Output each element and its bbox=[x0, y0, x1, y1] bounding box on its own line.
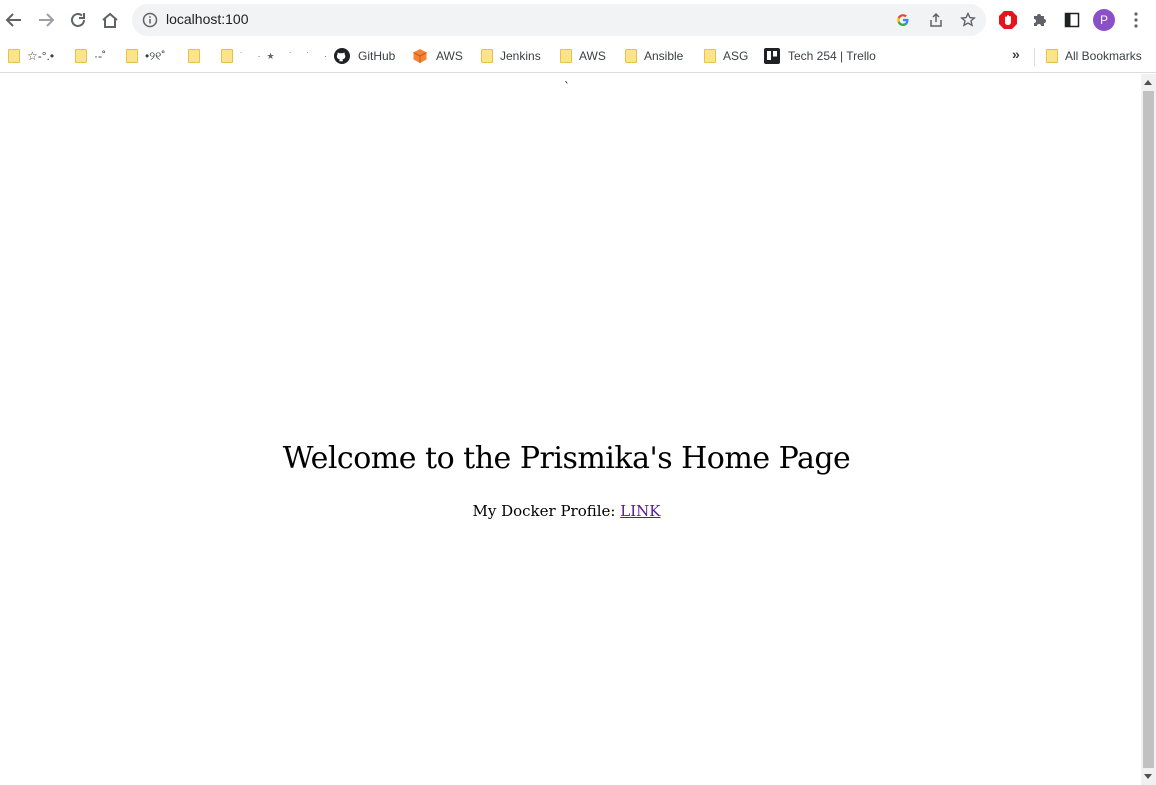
bookmark-label: AWS bbox=[436, 49, 463, 63]
bookmark-folder-ansible[interactable]: Ansible bbox=[625, 47, 683, 65]
star-icon bbox=[960, 12, 976, 27]
aws-cube-icon bbox=[412, 48, 428, 64]
google-g-icon bbox=[897, 14, 909, 26]
trello-icon bbox=[764, 48, 780, 64]
github-icon bbox=[334, 48, 350, 64]
side-panel-icon bbox=[1064, 12, 1080, 28]
home-icon bbox=[102, 12, 118, 28]
share-button[interactable] bbox=[926, 10, 946, 30]
bookmark-label: •୨୧˚ bbox=[145, 48, 166, 63]
bookmark-folder-1[interactable]: ☆-°.• bbox=[8, 47, 54, 65]
bookmark-folder-2[interactable]: ·-˚ bbox=[75, 47, 106, 65]
scroll-up-arrow-icon[interactable] bbox=[1144, 80, 1152, 85]
folder-icon bbox=[126, 49, 138, 63]
bookmarks-separator bbox=[1034, 48, 1035, 66]
adblock-extension-button[interactable] bbox=[996, 8, 1020, 32]
docker-profile-link[interactable]: LINK bbox=[620, 502, 660, 520]
folder-icon bbox=[188, 49, 200, 63]
bookmark-label: Ansible bbox=[644, 49, 684, 63]
bookmark-label: ˙ ·★ ˙ ˙ · bbox=[240, 50, 334, 61]
bookmark-folder-4[interactable] bbox=[188, 47, 207, 65]
folder-icon bbox=[221, 49, 233, 63]
bookmark-github[interactable]: GitHub bbox=[334, 47, 395, 65]
bookmark-folder-5[interactable]: ˙ ·★ ˙ ˙ · bbox=[221, 47, 333, 65]
folder-icon bbox=[560, 49, 572, 63]
home-button[interactable] bbox=[98, 8, 122, 32]
forward-button[interactable] bbox=[34, 8, 58, 32]
bookmark-label: Jenkins bbox=[500, 49, 541, 63]
stray-backtick-text: ` bbox=[564, 80, 570, 94]
address-bar[interactable]: localhost:100 bbox=[132, 4, 986, 36]
side-panel-button[interactable] bbox=[1060, 8, 1084, 32]
url-text[interactable]: localhost:100 bbox=[166, 11, 249, 27]
bookmark-label: Tech 254 | Trello bbox=[788, 49, 876, 63]
forward-arrow-icon bbox=[39, 13, 55, 27]
back-button[interactable] bbox=[2, 8, 26, 32]
extensions-button[interactable] bbox=[1028, 8, 1052, 32]
docker-profile-line: My Docker Profile: LINK bbox=[0, 502, 1133, 520]
bookmarks-overflow-chevron-icon[interactable]: » bbox=[1012, 46, 1020, 62]
folder-icon bbox=[75, 49, 87, 63]
folder-icon bbox=[8, 49, 20, 63]
all-bookmarks-button[interactable]: All Bookmarks bbox=[1046, 47, 1142, 65]
profile-avatar[interactable]: P bbox=[1093, 9, 1115, 31]
folder-icon bbox=[481, 49, 493, 63]
bookmark-star-button[interactable] bbox=[958, 10, 978, 30]
bookmark-folder-asg[interactable]: ASG bbox=[704, 47, 748, 65]
google-lens-button[interactable] bbox=[893, 10, 913, 30]
bookmark-aws-link[interactable]: AWS bbox=[412, 47, 463, 65]
adblock-stop-icon bbox=[999, 11, 1017, 29]
scroll-down-arrow-icon[interactable] bbox=[1144, 774, 1152, 779]
browser-toolbar: localhost:100 P bbox=[0, 0, 1156, 40]
bookmark-label: ASG bbox=[723, 49, 749, 63]
browser-menu-button[interactable] bbox=[1124, 8, 1148, 32]
puzzle-icon bbox=[1034, 14, 1046, 26]
bookmark-folder-aws[interactable]: AWS bbox=[560, 47, 606, 65]
all-bookmarks-label: All Bookmarks bbox=[1065, 49, 1142, 63]
docker-profile-label: My Docker Profile: bbox=[472, 502, 621, 520]
back-arrow-icon bbox=[5, 13, 21, 27]
folder-icon bbox=[704, 49, 716, 63]
reload-button[interactable] bbox=[66, 8, 90, 32]
bookmark-folder-3[interactable]: •୨୧˚ bbox=[126, 47, 165, 65]
reload-icon bbox=[71, 12, 85, 27]
vertical-scrollbar[interactable] bbox=[1141, 74, 1156, 785]
bookmark-folder-jenkins[interactable]: Jenkins bbox=[481, 47, 541, 65]
bookmarks-bar: ☆-°.• ·-˚ •୨୧˚ ˙ ·★ ˙ ˙ · GitHub AWS Jen… bbox=[0, 40, 1156, 73]
folder-icon bbox=[1046, 49, 1058, 63]
scrollbar-thumb[interactable] bbox=[1143, 91, 1154, 768]
folder-icon bbox=[625, 49, 637, 63]
bookmark-label: ☆-°.• bbox=[27, 49, 55, 63]
kebab-menu-icon bbox=[1134, 12, 1138, 28]
bookmark-label: GitHub bbox=[358, 49, 396, 63]
page-heading: Welcome to the Prismika's Home Page bbox=[282, 441, 851, 476]
bookmark-label: ·-˚ bbox=[94, 49, 106, 63]
bookmark-trello[interactable]: Tech 254 | Trello bbox=[764, 47, 876, 65]
site-info-icon[interactable] bbox=[142, 12, 158, 28]
bookmark-label: AWS bbox=[579, 49, 606, 63]
share-icon bbox=[930, 12, 942, 27]
page-viewport: ` Welcome to the Prismika's Home Page My… bbox=[0, 74, 1141, 785]
